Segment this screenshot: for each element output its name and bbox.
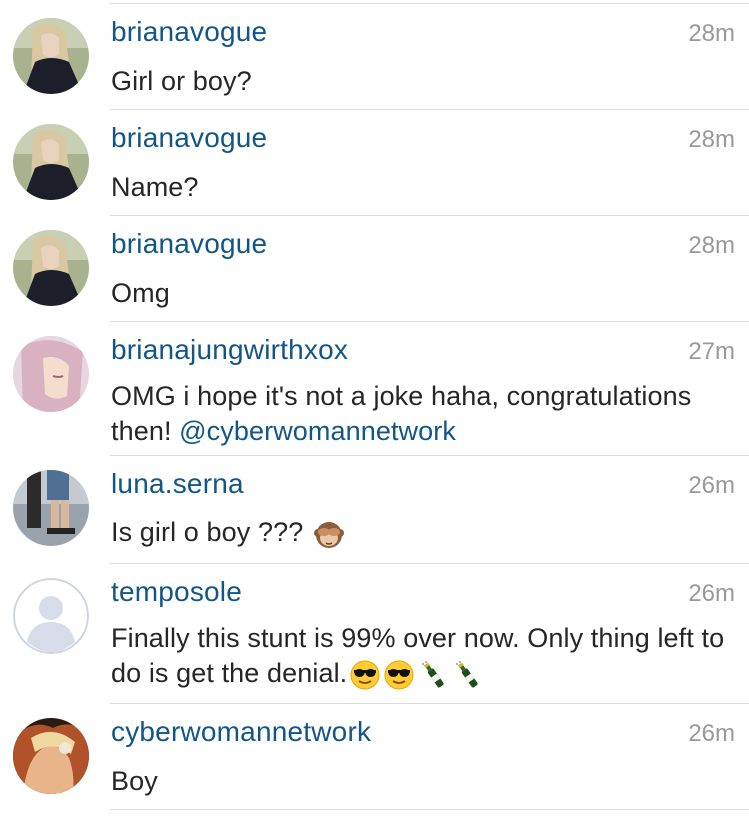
champagne-bottle-emoji-icon bbox=[451, 659, 483, 691]
comment-item: brianavogue 28m Girl or boy? bbox=[0, 4, 749, 110]
pink-hair-avatar-icon bbox=[13, 336, 89, 412]
comment-timestamp: 28m bbox=[688, 126, 735, 153]
comment-timestamp: 26m bbox=[688, 720, 735, 747]
comment-mention-link[interactable]: @cyberwomannetwork bbox=[179, 416, 456, 446]
avatar[interactable] bbox=[13, 230, 89, 306]
avatar[interactable] bbox=[13, 578, 89, 654]
see-no-evil-monkey-emoji-icon bbox=[313, 518, 345, 550]
comment-timestamp: 26m bbox=[688, 472, 735, 499]
comment-text: Omg bbox=[111, 276, 731, 311]
avatar[interactable] bbox=[13, 124, 89, 200]
comment-text: Name? bbox=[111, 170, 731, 205]
fire-portrait-avatar-icon bbox=[13, 718, 89, 794]
comment-item: brianajungwirthxox 27m OMG i hope it's n… bbox=[0, 322, 749, 456]
champagne-bottle-emoji-icon bbox=[417, 659, 449, 691]
avatar[interactable] bbox=[13, 336, 89, 412]
comment-item: brianavogue 28m Name? bbox=[0, 110, 749, 216]
comment-username[interactable]: brianavogue bbox=[111, 16, 267, 48]
comment-text: OMG i hope it's not a joke haha, congrat… bbox=[111, 379, 731, 449]
blonde-woman-avatar-icon bbox=[13, 124, 89, 200]
avatar[interactable] bbox=[13, 470, 89, 546]
comment-text: Is girl o boy ??? bbox=[111, 515, 731, 550]
comment-item: luna.serna 26m Is girl o boy ??? bbox=[0, 456, 749, 564]
comment-item: cyberwomannetwork 26m Boy bbox=[0, 704, 749, 810]
comment-text-content: Is girl o boy ??? bbox=[111, 517, 311, 547]
comment-timestamp: 28m bbox=[688, 20, 735, 47]
comment-text-content: Omg bbox=[111, 278, 170, 308]
comment-timestamp: 28m bbox=[688, 232, 735, 259]
avatar[interactable] bbox=[13, 718, 89, 794]
sunglasses-face-emoji-icon bbox=[349, 659, 381, 691]
comment-username[interactable]: cyberwomannetwork bbox=[111, 716, 371, 748]
comment-text-content: Boy bbox=[111, 766, 158, 796]
blonde-woman-avatar-icon bbox=[13, 230, 89, 306]
comment-username[interactable]: luna.serna bbox=[111, 468, 244, 500]
comment-text-content: Name? bbox=[111, 172, 199, 202]
comment-text: Girl or boy? bbox=[111, 64, 731, 99]
sunglasses-face-emoji-icon bbox=[383, 659, 415, 691]
comment-username[interactable]: brianajungwirthxox bbox=[111, 334, 348, 366]
comment-username[interactable]: brianavogue bbox=[111, 122, 267, 154]
comment-username[interactable]: brianavogue bbox=[111, 228, 267, 260]
comment-username[interactable]: temposole bbox=[111, 576, 242, 608]
comment-text-content: Girl or boy? bbox=[111, 66, 252, 96]
comment-text: Boy bbox=[111, 764, 731, 799]
comment-item: brianavogue 28m Omg bbox=[0, 216, 749, 322]
comment-timestamp: 27m bbox=[688, 338, 735, 365]
comment-item: temposole 26m Finally this stunt is 99% … bbox=[0, 564, 749, 704]
blonde-woman-avatar-icon bbox=[13, 18, 89, 94]
avatar[interactable] bbox=[13, 18, 89, 94]
default-user-silhouette-avatar-icon bbox=[13, 578, 89, 654]
legs-photo-avatar-icon bbox=[13, 470, 89, 546]
comment-text: Finally this stunt is 99% over now. Only… bbox=[111, 621, 731, 691]
comment-divider bbox=[110, 809, 749, 810]
comment-timestamp: 26m bbox=[688, 580, 735, 607]
